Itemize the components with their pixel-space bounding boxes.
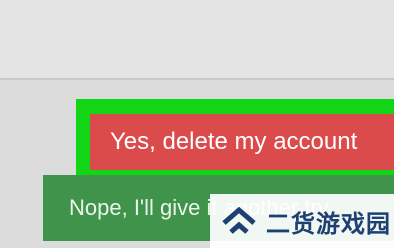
- watermark: 二货游戏园: [210, 194, 394, 248]
- double-chevron-logo-icon: [222, 206, 256, 234]
- divider: [0, 78, 394, 80]
- delete-account-button[interactable]: Yes, delete my account: [90, 114, 394, 170]
- watermark-text: 二货游戏园: [266, 209, 391, 238]
- top-panel: [0, 0, 394, 78]
